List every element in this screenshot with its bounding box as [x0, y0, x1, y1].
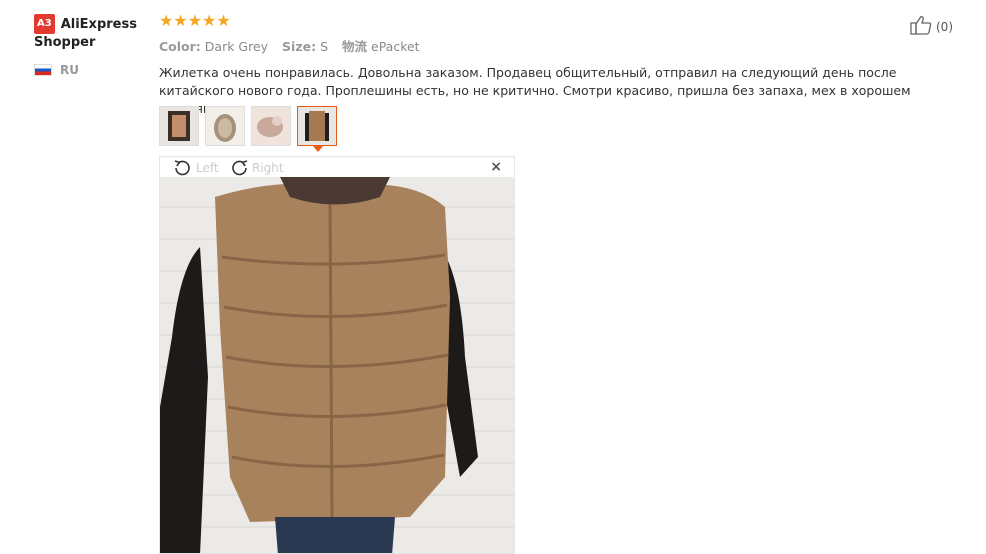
- reviewer-country: RU: [34, 63, 152, 77]
- russia-flag-icon: [34, 64, 52, 76]
- rotate-right-label: Right: [252, 161, 284, 175]
- selected-indicator-arrow: [313, 146, 323, 152]
- rotate-left-label: Left: [196, 161, 219, 175]
- color-value: Dark Grey: [204, 39, 269, 54]
- review-thumbnails: [159, 106, 337, 152]
- country-code: RU: [60, 63, 79, 77]
- thumbnail-photo-1[interactable]: [159, 106, 199, 146]
- rotate-left-icon: [174, 160, 190, 176]
- shipping-value: ePacket: [371, 39, 420, 54]
- star-rating: ★★★★★: [159, 11, 231, 30]
- reviewer-info: A3 AliExpress Shopper RU: [34, 14, 152, 77]
- color-label: Color:: [159, 39, 201, 54]
- size-label: Size:: [282, 39, 317, 54]
- thumbnail-photo-3[interactable]: [251, 106, 291, 146]
- reviewer-level-badge: A3: [34, 14, 55, 34]
- helpful-button[interactable]: (0): [910, 15, 953, 38]
- reviewer-name-line: A3 AliExpress Shopper: [34, 14, 152, 52]
- review-meta: Color: Dark Grey Size: S 物流 ePacket: [159, 36, 959, 55]
- review-body: ★★★★★ Color: Dark Grey Size: S 物流 ePacke…: [159, 12, 959, 118]
- helpful-count: (0): [936, 19, 953, 34]
- photo-viewer-toolbar: Left Right ×: [160, 157, 514, 177]
- review-photo: [160, 177, 514, 553]
- thumbnail-photo-4-selected[interactable]: [297, 106, 337, 152]
- thumbnail-photo-2[interactable]: [205, 106, 245, 146]
- thumbs-up-icon: [910, 15, 932, 38]
- photo-viewer: Left Right ×: [159, 156, 515, 554]
- rotate-left-button[interactable]: Left: [172, 159, 219, 177]
- close-viewer-button[interactable]: ×: [490, 159, 502, 175]
- shipping-label: 物流: [342, 39, 368, 54]
- rotate-right-button[interactable]: Right: [228, 159, 284, 177]
- size-value: S: [320, 39, 329, 54]
- rotate-right-icon: [232, 160, 248, 176]
